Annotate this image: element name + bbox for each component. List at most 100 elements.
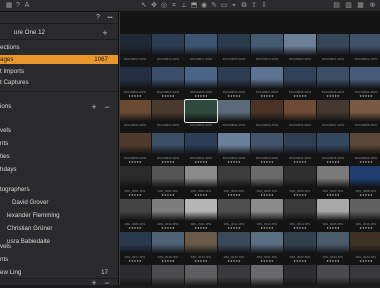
- thumbnail-rating[interactable]: ★★★★★: [151, 94, 185, 98]
- thumbnail-image[interactable]: [185, 232, 217, 254]
- thumbnail-rating[interactable]: ★★★★★: [118, 259, 152, 263]
- thumbnail-image[interactable]: [185, 67, 217, 89]
- thumbnail-image[interactable]: [218, 265, 250, 285]
- thumbnail-image[interactable]: [119, 199, 151, 221]
- thumbnail-rating[interactable]: ★★★★★: [217, 94, 251, 98]
- thumbnail-image[interactable]: [152, 199, 184, 221]
- thumbnail-image[interactable]: [350, 100, 380, 122]
- thumbnail-image[interactable]: [284, 166, 316, 188]
- thumbnail-image[interactable]: [218, 166, 250, 188]
- question-icon[interactable]: ?: [14, 1, 22, 10]
- thumbnail-image[interactable]: [119, 232, 151, 254]
- thumbnail-rating[interactable]: ★★★★★: [283, 226, 317, 230]
- thumbnail-image[interactable]: [152, 232, 184, 254]
- bottom-remove-icon[interactable]: −: [103, 279, 111, 288]
- thumbnail-image[interactable]: [251, 265, 283, 285]
- thumbnail-image[interactable]: [317, 133, 349, 155]
- thumbnail-rating[interactable]: ★★★★★: [316, 226, 350, 230]
- thumbnail-rating[interactable]: ★★★★★: [349, 193, 380, 197]
- crop-icon[interactable]: ⌗: [170, 1, 178, 10]
- thumbnail-rating[interactable]: ★★★★★: [184, 94, 218, 98]
- brush-icon[interactable]: ✎: [210, 1, 218, 10]
- thumbnail-rating[interactable]: ★★★★★: [349, 259, 380, 263]
- pan-icon[interactable]: ✥: [150, 1, 158, 10]
- thumbnail-rating[interactable]: ★★★★★: [118, 160, 152, 164]
- thumbnail-image[interactable]: [218, 100, 250, 122]
- thumbnail-image[interactable]: [119, 100, 151, 122]
- thumbnail-rating[interactable]: ★★★★★: [283, 160, 317, 164]
- thumbnail-image[interactable]: [218, 67, 250, 89]
- loupe-icon[interactable]: ◎: [160, 1, 168, 10]
- remove-collection-icon[interactable]: −: [103, 103, 111, 112]
- thumbnail-image[interactable]: [251, 232, 283, 254]
- thumbnail-rating[interactable]: ★★★★★: [283, 193, 317, 197]
- thumbnail-image[interactable]: [284, 199, 316, 221]
- thumbnail-image[interactable]: [317, 67, 349, 89]
- thumbnail-rating[interactable]: ★★★★★: [250, 193, 284, 197]
- straighten-icon[interactable]: ⟂: [180, 1, 188, 10]
- catalog-add-icon[interactable]: +: [101, 29, 109, 38]
- thumbnail-image[interactable]: [119, 133, 151, 155]
- thumbnail-rating[interactable]: ★★★★★: [151, 259, 185, 263]
- thumbnail-image[interactable]: [251, 199, 283, 221]
- thumbnail-image[interactable]: [185, 199, 217, 221]
- thumbnail-image[interactable]: [119, 67, 151, 89]
- thumbnail-image[interactable]: [185, 34, 217, 56]
- thumbnail-image[interactable]: [184, 99, 218, 123]
- thumbnail-rating[interactable]: ★★★★★: [316, 94, 350, 98]
- thumbnail-rating[interactable]: ★★★★★: [184, 259, 218, 263]
- bottom-add-icon[interactable]: +: [90, 279, 98, 288]
- thumbnail-rating[interactable]: ★★★★★: [184, 226, 218, 230]
- album-item[interactable]: vels: [0, 127, 11, 135]
- thumbnail-image[interactable]: [218, 199, 250, 221]
- last-item-label[interactable]: ew Ling: [0, 269, 21, 277]
- copy-icon[interactable]: ⇧: [250, 1, 258, 10]
- thumbnail-image[interactable]: [317, 232, 349, 254]
- thumbnail-rating[interactable]: ★★★★★: [217, 160, 251, 164]
- thumbnail-image[interactable]: [119, 34, 151, 56]
- thumbnail-image[interactable]: [185, 166, 217, 188]
- more-options-icon[interactable]: •••: [104, 14, 116, 22]
- thumbnail-image[interactable]: [152, 100, 184, 122]
- thumbnail-image[interactable]: [152, 265, 184, 285]
- thumbnail-rating[interactable]: ★★★★★: [217, 259, 251, 263]
- thumbnail-image[interactable]: [251, 166, 283, 188]
- filmstrip-icon[interactable]: ▥: [344, 1, 353, 10]
- thumbnail-image[interactable]: [317, 199, 349, 221]
- thumbnail-rating[interactable]: ★★★★★: [217, 193, 251, 197]
- thumbnail-rating[interactable]: ★★★★★: [118, 193, 152, 197]
- thumbnail-image[interactable]: [317, 166, 349, 188]
- help-icon[interactable]: ?: [95, 14, 101, 22]
- thumbnail-image[interactable]: [152, 166, 184, 188]
- thumbnail-rating[interactable]: ★★★★★: [184, 193, 218, 197]
- thumbnail-rating[interactable]: ★★★★★: [217, 226, 251, 230]
- picker-icon[interactable]: ⌖: [230, 1, 238, 10]
- thumbnail-image[interactable]: [185, 133, 217, 155]
- photographer-item[interactable]: Christian Grüner: [7, 225, 52, 233]
- thumbnail-image[interactable]: [284, 265, 316, 285]
- thumbnail-rating[interactable]: ★★★★★: [349, 160, 380, 164]
- catalog-name[interactable]: ure One 12: [14, 29, 45, 37]
- thumbnail-image[interactable]: [218, 34, 250, 56]
- thumbnail-rating[interactable]: ★★★★★: [250, 226, 284, 230]
- thumbnail-rating[interactable]: ★★★★★: [184, 160, 218, 164]
- thumbnail-image[interactable]: [350, 133, 380, 155]
- thumbnail-image[interactable]: [284, 100, 316, 122]
- thumbnail-rating[interactable]: ★★★★★: [151, 193, 185, 197]
- thumbnail-rating[interactable]: ★★★★★: [283, 94, 317, 98]
- browser-icon[interactable]: ▦: [356, 1, 365, 10]
- thumbnail-rating[interactable]: ★★★★★: [250, 259, 284, 263]
- all-images-label[interactable]: ages: [0, 56, 13, 64]
- paste-icon[interactable]: ⇩: [260, 1, 268, 10]
- grid-view-icon[interactable]: ▤: [332, 1, 341, 10]
- thumbnail-image[interactable]: [284, 232, 316, 254]
- thumbnail-rating[interactable]: ★★★★★: [151, 160, 185, 164]
- album-item[interactable]: vels: [0, 243, 11, 251]
- thumbnail-rating[interactable]: ★★★★★: [250, 160, 284, 164]
- thumbnail-image[interactable]: [218, 133, 250, 155]
- thumbnail-image[interactable]: [284, 34, 316, 56]
- album-item[interactable]: nts: [0, 256, 8, 264]
- thumbnail-rating[interactable]: ★★★★★: [283, 259, 317, 263]
- zoom-icon[interactable]: ⊕: [368, 1, 377, 10]
- thumbnail-image[interactable]: [284, 67, 316, 89]
